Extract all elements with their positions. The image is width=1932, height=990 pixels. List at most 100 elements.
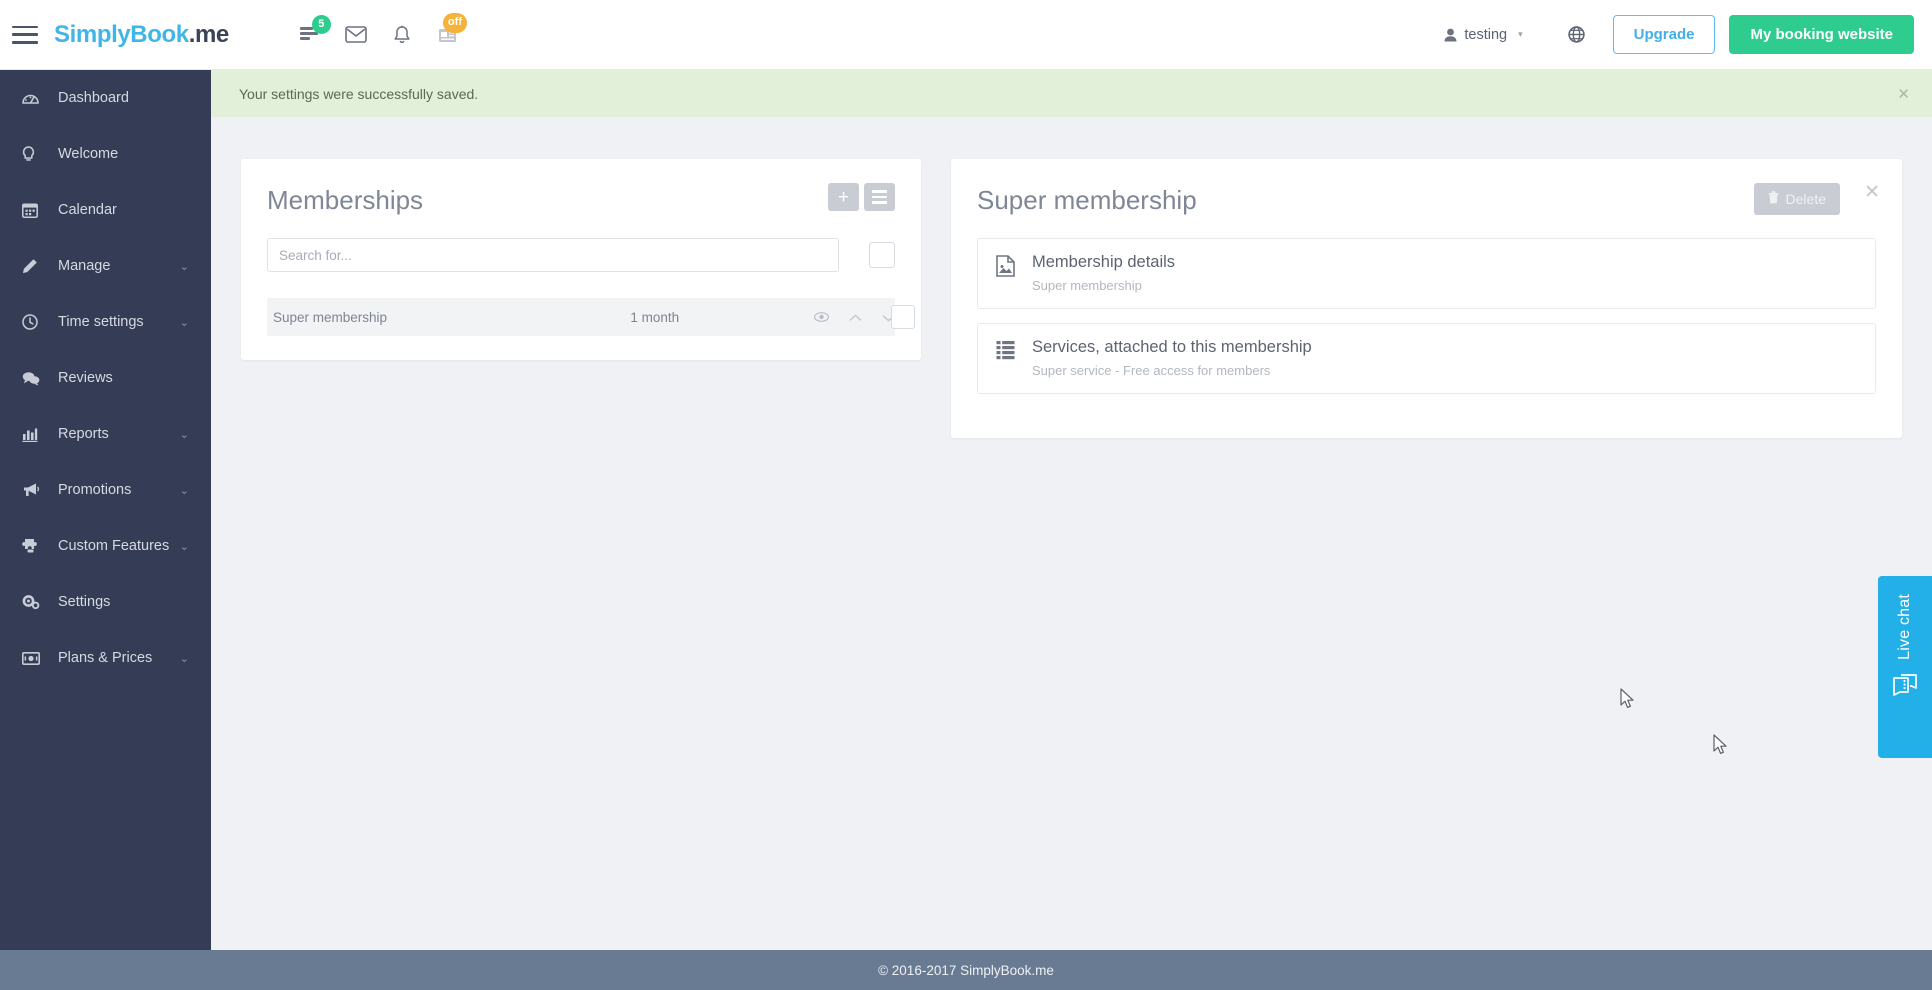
- live-chat-button[interactable]: Live chat: [1878, 576, 1932, 758]
- sidebar: Dashboard Welcome Calendar Manage ⌄ Time…: [0, 70, 211, 950]
- close-icon[interactable]: ✕: [1864, 183, 1880, 202]
- burger-line: [12, 41, 38, 44]
- brand-secondary: .me: [188, 20, 230, 48]
- table-row[interactable]: Super membership 1 month: [267, 298, 915, 336]
- lightbulb-icon: [22, 145, 46, 163]
- main-content: Your settings were successfully saved. ✕…: [211, 70, 1932, 950]
- sidebar-item-label: Calendar: [58, 202, 117, 218]
- mail-icon[interactable]: [333, 13, 379, 57]
- alert-message: Your settings were successfully saved.: [239, 85, 479, 102]
- sidebar-item-dashboard[interactable]: Dashboard: [0, 70, 211, 126]
- news-badge: off: [442, 12, 467, 33]
- live-chat-label: Live chat: [1896, 594, 1913, 660]
- brand-logo[interactable]: SimplyBook .me: [54, 21, 229, 49]
- sidebar-item-label: Settings: [58, 594, 111, 610]
- chevron-down-icon: ⌄: [179, 316, 189, 329]
- sidebar-item-calendar[interactable]: Calendar: [0, 182, 211, 238]
- brand-primary: SimplyBook: [54, 20, 189, 48]
- list-icon: [872, 190, 887, 204]
- membership-period: 1 month: [630, 309, 680, 325]
- list-icon: [996, 340, 1015, 365]
- sidebar-item-label: Dashboard: [58, 90, 129, 106]
- bell-icon[interactable]: [379, 13, 425, 57]
- top-bar: SimplyBook .me 5 off testing ▾ Upgrade M…: [0, 0, 1932, 70]
- membership-detail-panel: Super membership Delete ✕ Membership det…: [951, 159, 1902, 438]
- trash-icon: [1768, 191, 1779, 207]
- sidebar-item-custom-features[interactable]: Custom Features ⌄: [0, 518, 211, 574]
- list-item-services-attached[interactable]: Services, attached to this membership Su…: [977, 323, 1876, 394]
- sidebar-item-manage[interactable]: Manage ⌄: [0, 238, 211, 294]
- dashboard-icon: [22, 91, 46, 105]
- chevron-down-icon: ⌄: [179, 540, 189, 553]
- sidebar-item-label: Promotions: [58, 482, 132, 498]
- sidebar-item-plans-prices[interactable]: Plans & Prices ⌄: [0, 630, 211, 686]
- list-item-membership-details[interactable]: Membership details Super membership: [977, 238, 1876, 309]
- tasks-badge: 5: [311, 14, 331, 34]
- row-checkbox[interactable]: [891, 305, 915, 329]
- delete-button-label: Delete: [1785, 191, 1826, 207]
- row-action-group: [813, 310, 895, 325]
- sidebar-item-label: Welcome: [58, 146, 119, 162]
- chevron-down-icon: ▾: [1518, 29, 1523, 39]
- puzzle-icon: [22, 538, 46, 554]
- sidebar-item-label: Time settings: [58, 314, 144, 330]
- my-booking-website-button[interactable]: My booking website: [1729, 15, 1914, 54]
- news-icon[interactable]: off: [425, 12, 471, 57]
- sidebar-item-time-settings[interactable]: Time settings ⌄: [0, 294, 211, 350]
- chevron-down-icon: ⌄: [179, 260, 189, 273]
- top-icon-group: 5 off: [287, 12, 471, 57]
- tasks-icon[interactable]: 5: [287, 13, 333, 57]
- select-all-checkbox[interactable]: [869, 242, 895, 268]
- chevron-down-icon: ⌄: [179, 652, 189, 665]
- gears-icon: [22, 594, 46, 610]
- delete-button[interactable]: Delete: [1753, 183, 1840, 215]
- list-view-button[interactable]: [864, 183, 895, 211]
- success-alert: Your settings were successfully saved. ✕: [211, 70, 1932, 117]
- chat-bubble-icon: [1891, 673, 1919, 705]
- detail-item-text: Membership details Super membership: [1032, 253, 1175, 293]
- user-icon: [1444, 28, 1457, 41]
- detail-item-title: Services, attached to this membership: [1032, 338, 1312, 356]
- globe-icon[interactable]: [1555, 15, 1599, 55]
- search-row: [267, 238, 895, 272]
- user-name: testing: [1464, 26, 1508, 43]
- chevron-down-icon: ⌄: [179, 484, 189, 497]
- chevron-down-icon: ⌄: [179, 428, 189, 441]
- money-icon: [22, 651, 46, 665]
- bar-chart-icon: [22, 427, 46, 442]
- search-input[interactable]: [267, 238, 839, 272]
- pencil-icon: [22, 258, 46, 274]
- page-title: Memberships: [267, 185, 424, 215]
- footer-copyright: © 2016-2017 SimplyBook.me: [878, 962, 1054, 978]
- megaphone-icon: [22, 482, 46, 498]
- burger-line: [12, 25, 38, 28]
- footer: © 2016-2017 SimplyBook.me: [0, 950, 1932, 990]
- hamburger-menu-icon[interactable]: [12, 25, 38, 44]
- chevron-up-icon[interactable]: [849, 310, 862, 325]
- clock-icon: [22, 314, 46, 330]
- eye-icon[interactable]: [813, 310, 830, 325]
- sidebar-item-welcome[interactable]: Welcome: [0, 126, 211, 182]
- detail-item-title: Membership details: [1032, 253, 1176, 271]
- close-icon[interactable]: ✕: [1897, 85, 1910, 103]
- detail-item-subtitle: Super service - Free access for members: [1032, 363, 1271, 378]
- image-file-icon: [996, 255, 1015, 282]
- sidebar-item-settings[interactable]: Settings: [0, 574, 211, 630]
- panels-row: Memberships + Super membership 1 month: [211, 117, 1932, 438]
- detail-item-subtitle: Super membership: [1032, 278, 1142, 293]
- plus-icon: +: [837, 186, 850, 208]
- calendar-icon: [22, 202, 46, 218]
- comments-icon: [22, 371, 46, 386]
- upgrade-button[interactable]: Upgrade: [1612, 15, 1716, 54]
- sidebar-item-promotions[interactable]: Promotions ⌄: [0, 462, 211, 518]
- detail-item-text: Services, attached to this membership Su…: [1032, 338, 1312, 378]
- add-membership-button[interactable]: +: [828, 183, 859, 211]
- app-root: SimplyBook .me 5 off testing ▾ Upgrade M…: [0, 0, 1932, 990]
- sidebar-item-label: Manage: [58, 258, 111, 274]
- sidebar-item-reviews[interactable]: Reviews: [0, 350, 211, 406]
- top-right-group: testing ▾ Upgrade My booking website: [1430, 15, 1932, 55]
- panel-action-group: +: [828, 183, 895, 211]
- sidebar-item-reports[interactable]: Reports ⌄: [0, 406, 211, 462]
- user-menu[interactable]: testing ▾: [1430, 18, 1536, 52]
- sidebar-item-label: Custom Features: [58, 538, 170, 554]
